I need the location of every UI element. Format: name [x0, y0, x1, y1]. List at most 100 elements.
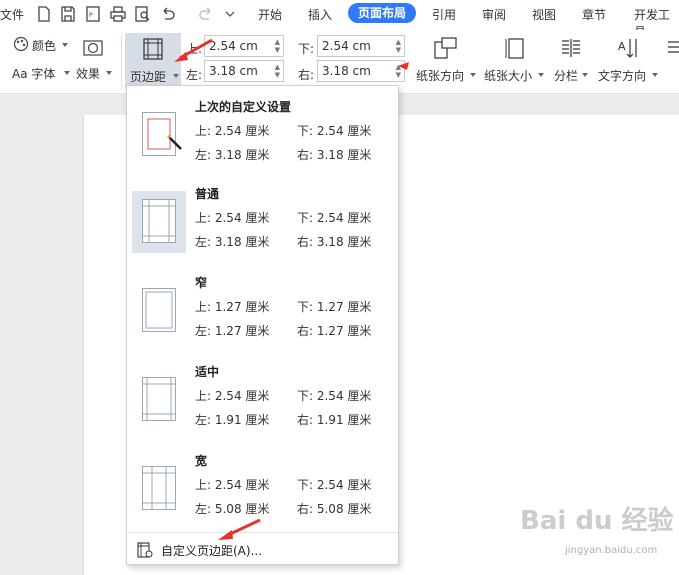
preset-top: 上: 2.54 厘米 [195, 211, 270, 225]
preset-left: 左: 1.27 厘米 [195, 324, 270, 338]
preset-right: 右: 3.18 厘米 [297, 235, 372, 249]
quick-access-dropdown-icon[interactable] [220, 5, 240, 23]
theme-color-button[interactable]: 颜色 [12, 36, 68, 56]
menu-bar: 文件 P 开始 插入 页面布局 引用 审阅 视图 章节 开发工具 [0, 0, 679, 39]
preset-top: 上: 2.54 厘米 [195, 124, 270, 138]
preset-right: 右: 1.91 厘米 [297, 413, 372, 427]
left-margin-label: 左: [186, 68, 203, 82]
tab-references[interactable]: 引用 [432, 6, 456, 23]
paper-size-button[interactable]: 纸张大小 [484, 34, 546, 90]
undo-icon[interactable] [158, 5, 178, 23]
left-margin-input[interactable]: 3.18 cm ▲ ▼ [204, 60, 284, 82]
preset-moderate[interactable]: 适中 上: 2.54 厘米 下: 2.54 厘米 左: 1.91 厘米 右: 1… [127, 365, 398, 457]
margins-label: 页边距 [130, 70, 167, 84]
text-direction-label: 文字方向 [598, 69, 647, 83]
svg-text:A: A [618, 40, 626, 53]
theme-effect-label: 效果 [76, 67, 101, 81]
preset-left: 左: 3.18 厘米 [195, 235, 270, 249]
tab-home[interactable]: 开始 [258, 6, 282, 23]
save-icon[interactable] [58, 5, 78, 23]
margins-icon [143, 38, 163, 60]
preset-title: 宽 [195, 454, 208, 468]
chevron-down-icon [64, 71, 70, 75]
preset-normal[interactable]: 普通 上: 2.54 厘米 下: 2.54 厘米 左: 3.18 厘米 右: 3… [127, 187, 398, 279]
custom-margins-label: 自定义页边距(A)... [161, 544, 263, 558]
orientation-label: 纸张方向 [416, 69, 465, 83]
annotation-arrow-icon [218, 518, 261, 540]
chevron-down-icon [62, 43, 68, 47]
bottom-margin-label: 下: [298, 42, 315, 56]
line-numbers-icon[interactable] [664, 38, 679, 88]
bottom-margin-input[interactable]: 2.54 cm ▲ ▼ [317, 35, 405, 57]
chevron-down-icon [173, 74, 179, 78]
chevron-down-icon [538, 73, 544, 77]
preset-bottom: 下: 2.54 厘米 [297, 211, 372, 225]
paper-size-icon [505, 38, 524, 59]
columns-button[interactable]: 分栏 [552, 34, 592, 90]
preset-bottom: 下: 2.54 厘米 [297, 389, 372, 403]
theme-effect-button[interactable]: 效果 [76, 36, 112, 86]
tab-section[interactable]: 章节 [582, 6, 606, 23]
spin-arrows-icon[interactable]: ▲ ▼ [396, 38, 401, 54]
preset-left: 左: 5.08 厘米 [195, 502, 270, 516]
effect-icon [83, 40, 103, 56]
tab-review[interactable]: 审阅 [482, 6, 506, 23]
tab-insert[interactable]: 插入 [308, 6, 332, 23]
preset-title: 普通 [195, 187, 220, 201]
custom-margins-icon [137, 542, 153, 558]
preset-top: 上: 2.54 厘米 [195, 389, 270, 403]
page-margins-thumbnail [142, 288, 176, 332]
preset-right: 右: 5.08 厘米 [297, 502, 372, 516]
print-preview-icon[interactable] [133, 5, 153, 23]
orientation-icon [434, 37, 457, 59]
menu-file[interactable]: 文件 [0, 6, 24, 23]
preset-top: 上: 2.54 厘米 [195, 478, 270, 492]
preset-bottom: 下: 2.54 厘米 [297, 124, 372, 138]
preset-thumbnail-box [132, 369, 186, 431]
spin-arrows-icon[interactable]: ▲ ▼ [275, 63, 280, 79]
redo-icon[interactable] [196, 5, 216, 23]
text-direction-icon: A [618, 39, 637, 58]
preset-bottom: 下: 2.54 厘米 [297, 478, 372, 492]
tab-page-layout[interactable]: 页面布局 [348, 3, 417, 23]
margins-dropdown: 上次的自定义设置 上: 2.54 厘米 下: 2.54 厘米 左: 3.18 厘… [126, 85, 399, 565]
chevron-down-icon [652, 73, 658, 77]
preset-thumbnail-box [132, 104, 186, 166]
right-margin-input[interactable]: 3.18 cm ▲ ▼ [317, 60, 405, 82]
preset-right: 右: 1.27 厘米 [297, 324, 372, 338]
preset-title: 上次的自定义设置 [195, 100, 292, 114]
export-pdf-icon[interactable]: P [83, 5, 103, 23]
preset-last-custom[interactable]: 上次的自定义设置 上: 2.54 厘米 下: 2.54 厘米 左: 3.18 厘… [127, 100, 398, 192]
preset-thumbnail-box [132, 458, 186, 520]
columns-label: 分栏 [554, 69, 579, 83]
preset-narrow[interactable]: 窄 上: 1.27 厘米 下: 1.27 厘米 左: 1.27 厘米 右: 1.… [127, 276, 398, 368]
page-margins-thumbnail [142, 199, 176, 243]
columns-icon [562, 39, 580, 57]
watermark-url: jingyan.baidu.com [565, 545, 658, 556]
chevron-down-icon [470, 73, 476, 77]
preset-thumbnail-box [132, 280, 186, 342]
watermark: Bai du 经验 [520, 506, 674, 536]
preset-title: 窄 [195, 276, 208, 290]
text-direction-button[interactable]: A 文字方向 [598, 34, 660, 90]
print-icon[interactable] [108, 5, 128, 23]
chevron-down-icon [106, 71, 112, 75]
paper-size-label: 纸张大小 [484, 69, 533, 83]
orientation-button[interactable]: 纸张方向 [414, 34, 476, 90]
preset-left: 左: 1.91 厘米 [195, 413, 270, 427]
custom-margins-item[interactable]: 自定义页边距(A)... [127, 532, 398, 562]
svg-text:P: P [89, 12, 93, 19]
right-margin-label: 右: [298, 68, 315, 82]
new-doc-icon[interactable] [34, 5, 54, 23]
tab-view[interactable]: 视图 [532, 6, 556, 23]
top-margin-input[interactable]: 2.54 cm ▲ ▼ [204, 35, 284, 57]
preset-top: 上: 1.27 厘米 [195, 300, 270, 314]
page-margins-thumbnail [142, 377, 176, 421]
preset-thumbnail-box [132, 191, 186, 253]
spin-arrows-icon[interactable]: ▲ ▼ [275, 38, 280, 54]
annotation-arrow-icon [174, 38, 213, 62]
preset-bottom: 下: 1.27 厘米 [297, 300, 372, 314]
preset-left: 左: 3.18 厘米 [195, 148, 270, 162]
chevron-down-icon [582, 73, 588, 77]
page-margins-thumbnail [142, 466, 176, 510]
